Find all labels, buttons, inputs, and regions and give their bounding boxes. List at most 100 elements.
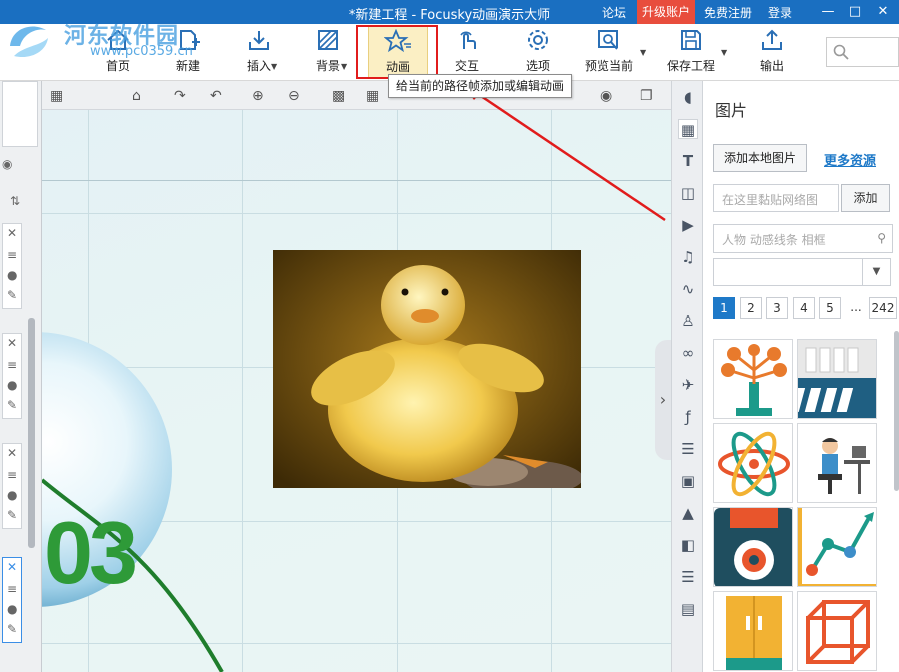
- edit-icon[interactable]: ✎: [7, 622, 17, 636]
- plane-icon[interactable]: ✈: [678, 375, 698, 395]
- upgrade-account-button[interactable]: 升级账户: [637, 0, 695, 24]
- page-button[interactable]: 4: [793, 297, 815, 319]
- ruler-icon[interactable]: ▦: [50, 88, 63, 104]
- template-icon[interactable]: ◧: [678, 535, 698, 555]
- annotation-arrow: [462, 84, 666, 222]
- search-icon[interactable]: ⚲: [877, 231, 886, 245]
- panel-scrollbar[interactable]: [894, 331, 899, 491]
- frame-close-icon[interactable]: ✕: [7, 446, 17, 460]
- mic-icon[interactable]: ●: [7, 268, 17, 282]
- collapse-panel-button[interactable]: ›: [655, 340, 671, 460]
- cube-icon[interactable]: [797, 591, 877, 671]
- frame-close-icon[interactable]: ✕: [7, 226, 17, 240]
- frame-item-selected[interactable]: ✕ ≡ ● ✎: [2, 557, 22, 643]
- number-text[interactable]: 03: [44, 502, 138, 604]
- books-icon[interactable]: [797, 339, 877, 419]
- edit-icon[interactable]: ✎: [7, 288, 17, 302]
- redo-icon[interactable]: ↷: [174, 88, 186, 104]
- edit-icon[interactable]: ✎: [7, 508, 17, 522]
- ribbon-save-button[interactable]: 保存工程: [662, 26, 720, 78]
- category-select[interactable]: ▼: [713, 258, 891, 286]
- grid-icon[interactable]: ▦: [366, 88, 379, 104]
- insert-dropdown-icon[interactable]: ▼: [271, 62, 277, 71]
- forum-link[interactable]: 论坛: [602, 4, 626, 21]
- home-icon[interactable]: ⌂: [132, 88, 141, 104]
- ribbon-export-label: 输出: [759, 59, 784, 73]
- ribbon-preview-button[interactable]: 预览当前: [580, 26, 638, 78]
- frame-menu-icon[interactable]: ≡: [7, 358, 17, 372]
- ribbon-interaction-button[interactable]: 交互: [449, 26, 485, 78]
- zoom-out-icon[interactable]: ⊖: [288, 88, 300, 104]
- atom-icon[interactable]: [713, 423, 793, 503]
- camera-icon[interactable]: ◉: [2, 157, 12, 171]
- save-icon: [681, 30, 701, 50]
- save-dropdown-icon[interactable]: ▼: [721, 48, 727, 57]
- picture-url-input[interactable]: 在这里黏贴网络图: [713, 184, 839, 212]
- people-icon[interactable]: ♙: [678, 311, 698, 331]
- image-gallery-icon[interactable]: ▣: [678, 471, 698, 491]
- frame-switch-icon[interactable]: ⇅: [10, 194, 20, 208]
- frame-close-icon[interactable]: ✕: [7, 336, 17, 350]
- ribbon-options-button[interactable]: 选项: [519, 26, 557, 78]
- stack-icon[interactable]: ☰: [678, 567, 698, 587]
- frame-menu-icon[interactable]: ≡: [7, 582, 17, 596]
- duckling-image[interactable]: [273, 250, 581, 488]
- zoom-in-icon[interactable]: ⊕: [252, 88, 264, 104]
- mic-icon[interactable]: ●: [7, 602, 17, 616]
- mic-icon[interactable]: ●: [7, 488, 17, 502]
- text-icon[interactable]: T: [678, 151, 698, 171]
- page-button[interactable]: 2: [740, 297, 762, 319]
- frame-menu-icon[interactable]: ≡: [7, 468, 17, 482]
- link-icon[interactable]: ∞: [678, 343, 698, 363]
- lock-icon[interactable]: ▩: [332, 88, 345, 104]
- floppy-disk-icon[interactable]: [713, 507, 793, 587]
- frame-item[interactable]: ✕ ≡ ● ✎: [2, 443, 22, 529]
- logo-icon: [10, 26, 48, 58]
- login-link[interactable]: 登录: [768, 4, 792, 21]
- close-icon[interactable]: ✕: [874, 3, 892, 21]
- mic-icon[interactable]: ●: [7, 378, 17, 392]
- page-button[interactable]: 5: [819, 297, 841, 319]
- video-icon[interactable]: ▶: [678, 215, 698, 235]
- chevron-down-icon[interactable]: ▼: [862, 259, 890, 285]
- frame-menu-icon[interactable]: ≡: [7, 248, 17, 262]
- cabinet-icon[interactable]: [713, 591, 793, 671]
- ribbon-export-button[interactable]: 输出: [754, 26, 790, 78]
- shape-icon[interactable]: ◖: [678, 87, 698, 107]
- music-icon[interactable]: ♫: [678, 247, 698, 267]
- frame-thumbnail[interactable]: [2, 81, 38, 147]
- flash-icon[interactable]: ƒ: [678, 407, 698, 427]
- maximize-icon[interactable]: □: [846, 3, 864, 21]
- tree-icon[interactable]: [713, 339, 793, 419]
- page-button[interactable]: 3: [766, 297, 788, 319]
- list-icon[interactable]: ☰: [678, 439, 698, 459]
- frames-scrollbar[interactable]: [28, 318, 35, 548]
- animation-tooltip: 给当前的路径帧添加或编辑动画: [388, 74, 573, 98]
- ribbon-interaction-label: 交互: [454, 59, 479, 73]
- shirt-icon[interactable]: ▲: [678, 503, 698, 523]
- minimize-icon[interactable]: —: [819, 3, 837, 21]
- layout-icon[interactable]: ◫: [678, 183, 698, 203]
- preview-dropdown-icon[interactable]: ▼: [640, 48, 646, 57]
- search-input[interactable]: [826, 37, 899, 67]
- edit-icon[interactable]: ✎: [7, 398, 17, 412]
- background-dropdown-icon[interactable]: ▼: [341, 62, 347, 71]
- archive-icon[interactable]: ▤: [678, 599, 698, 619]
- page-ellipsis: ...: [845, 297, 867, 319]
- chart-icon[interactable]: ∿: [678, 279, 698, 299]
- frame-item[interactable]: ✕ ≡ ● ✎: [2, 333, 22, 419]
- keyword-search-input[interactable]: 人物 动感线条 相框 ⚲: [713, 224, 893, 253]
- picture-icon[interactable]: ▦: [678, 119, 698, 139]
- add-url-button[interactable]: 添加: [841, 184, 890, 212]
- line-graph-icon[interactable]: [797, 507, 877, 587]
- add-local-picture-button[interactable]: 添加本地图片: [713, 144, 807, 172]
- page-button[interactable]: 1: [713, 297, 735, 319]
- more-resources-link[interactable]: 更多资源: [824, 150, 876, 169]
- undo-icon[interactable]: ↶: [210, 88, 222, 104]
- frame-item[interactable]: ✕ ≡ ● ✎: [2, 223, 22, 309]
- register-link[interactable]: 免费注册: [704, 4, 752, 21]
- page-button[interactable]: 242: [869, 297, 897, 319]
- highlight-box: [356, 25, 438, 79]
- office-worker-icon[interactable]: [797, 423, 877, 503]
- frame-close-icon[interactable]: ✕: [7, 560, 17, 574]
